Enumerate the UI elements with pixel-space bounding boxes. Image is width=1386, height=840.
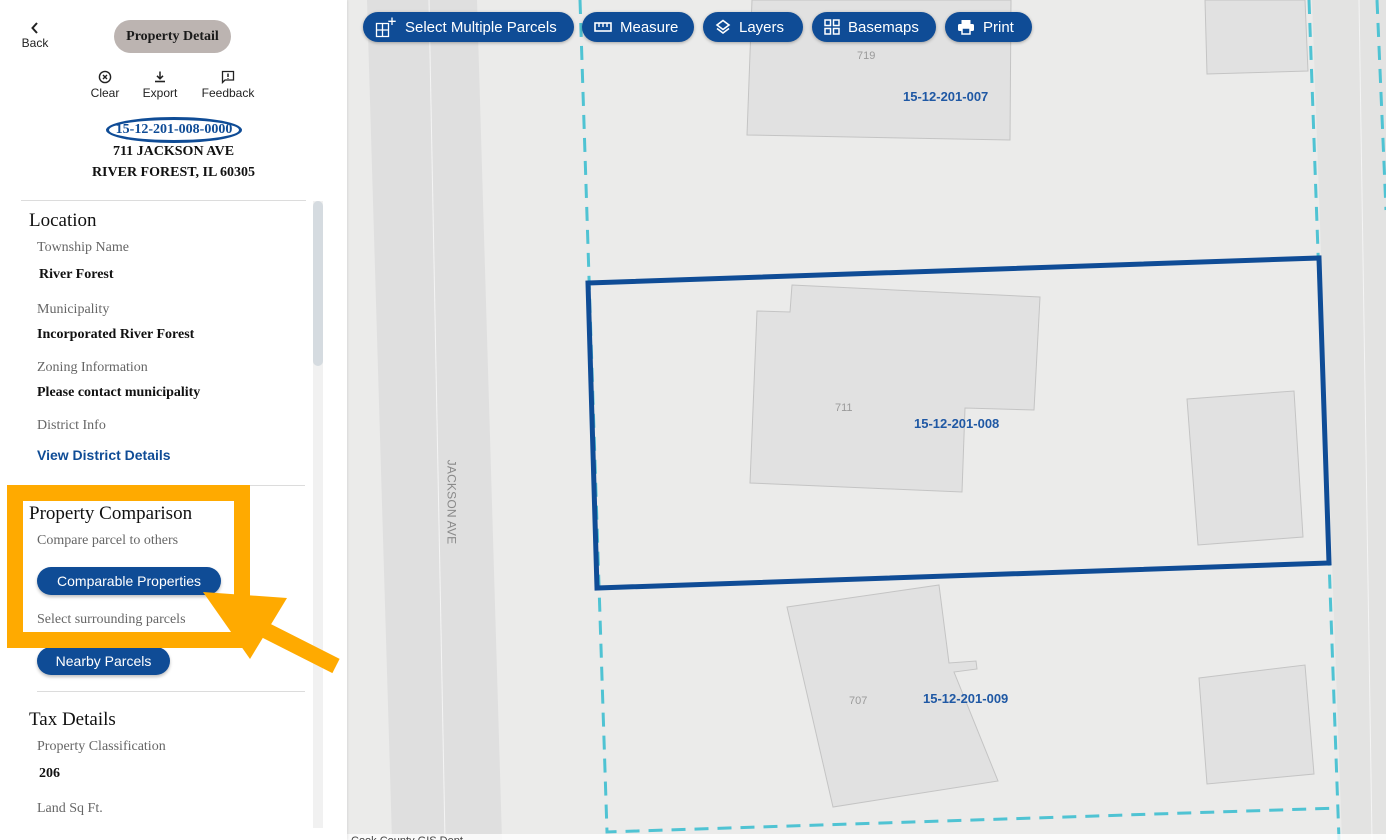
tax-section-title: Tax Details (29, 709, 116, 730)
divider (37, 691, 305, 692)
road-jackson-ave (367, 0, 502, 840)
ruler-icon (594, 22, 612, 32)
comparison-section-title: Property Comparison (29, 503, 193, 524)
layers-icon (715, 19, 731, 34)
print-button[interactable]: Print (945, 12, 1032, 42)
close-circle-icon (98, 70, 112, 84)
export-label: Export (142, 86, 178, 100)
land-sqft-label: Land Sq Ft. (37, 801, 103, 816)
nearby-parcels-button[interactable]: Nearby Parcels (37, 647, 170, 675)
map-attribution: Cook County GIS Dept. (347, 834, 1386, 840)
scrollbar-thumb[interactable] (313, 201, 323, 366)
building-711 (749, 284, 1041, 493)
feedback-button[interactable]: Feedback (199, 70, 257, 100)
street-label-jackson-ave: JACKSON AVE (444, 459, 459, 545)
basemaps-grid-icon (824, 19, 840, 35)
back-label: Back (21, 36, 49, 50)
pin-label-007: 15-12-201-007 (903, 89, 989, 104)
parcel-pin: 15-12-201-008-0000 (106, 117, 242, 143)
address-label-707: 707 (849, 695, 868, 707)
print-label: Print (983, 18, 1014, 36)
printer-icon (958, 20, 974, 35)
view-district-details-link[interactable]: View District Details (37, 447, 171, 463)
divider (37, 485, 305, 486)
map-canvas (367, 0, 1386, 840)
address-line-2: RIVER FOREST, IL 60305 (91, 165, 256, 180)
measure-label: Measure (620, 18, 679, 36)
address-label-719: 719 (857, 50, 876, 62)
address-label-711: 711 (835, 402, 853, 414)
district-info-label: District Info (37, 418, 106, 433)
zoning-value: Please contact municipality (37, 385, 201, 400)
feedback-icon (221, 70, 235, 84)
building-719-garage (1204, 0, 1309, 75)
municipality-label: Municipality (37, 302, 110, 317)
building-707-garage (1198, 664, 1315, 785)
surrounding-parcels-label: Select surrounding parcels (37, 612, 186, 627)
municipality-value: Incorporated River Forest (37, 327, 195, 342)
pin-label-009: 15-12-201-009 (923, 691, 1009, 706)
pin-label-008: 15-12-201-008 (914, 416, 1000, 431)
property-classification-label: Property Classification (37, 739, 166, 754)
comparable-properties-button[interactable]: Comparable Properties (37, 567, 221, 595)
clear-label: Clear (90, 86, 120, 100)
panel-title: Property Detail (114, 20, 231, 53)
map-view[interactable]: JACKSON AVE 719 711 707 15-12-201-007 15… (347, 0, 1386, 840)
building-711-garage (1186, 390, 1304, 546)
property-detail-panel: Back Property Detail Clear Export Feedba… (0, 0, 347, 840)
compare-parcel-label: Compare parcel to others (37, 533, 179, 548)
export-button[interactable]: Export (140, 70, 180, 100)
layers-button[interactable]: Layers (703, 12, 803, 42)
select-multiple-parcels-button[interactable]: Select Multiple Parcels (363, 12, 574, 42)
property-classification-value: 206 (39, 766, 60, 781)
address-line-1: 711 JACKSON AVE (112, 144, 235, 159)
layers-label: Layers (739, 18, 785, 36)
back-button[interactable]: Back (18, 22, 52, 50)
zoning-label: Zoning Information (37, 360, 148, 375)
chevron-left-icon (18, 22, 52, 36)
download-icon (155, 71, 165, 83)
divider (21, 200, 306, 201)
select-multiple-parcels-label: Select Multiple Parcels (405, 18, 557, 36)
basemaps-button[interactable]: Basemaps (812, 12, 936, 42)
township-name-value: River Forest (39, 267, 114, 282)
measure-button[interactable]: Measure (582, 12, 694, 42)
location-section-title: Location (29, 210, 97, 231)
grid-plus-icon (375, 17, 396, 38)
basemaps-label: Basemaps (848, 18, 919, 36)
feedback-label: Feedback (201, 86, 255, 100)
township-name-label: Township Name (37, 240, 129, 255)
clear-button[interactable]: Clear (89, 70, 121, 100)
